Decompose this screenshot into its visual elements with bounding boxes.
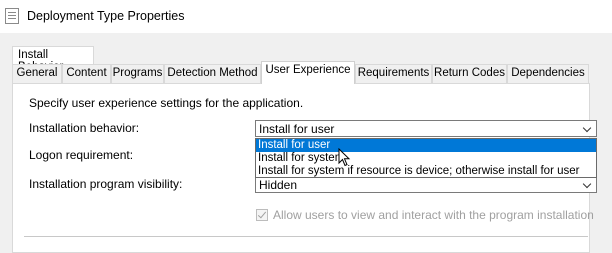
- window-title: Deployment Type Properties: [27, 9, 185, 23]
- logon-requirement-label: Logon requirement:: [29, 148, 134, 162]
- tab-label: Requirements: [357, 67, 430, 79]
- tab-requirements[interactable]: Requirements: [355, 64, 432, 83]
- tab-label: Dependencies: [511, 67, 585, 79]
- chevron-down-icon[interactable]: [582, 123, 592, 133]
- tab-return-codes[interactable]: Return Codes: [432, 64, 507, 83]
- installation-behavior-dropdown: Install for user Install for system Inst…: [255, 138, 597, 178]
- tab-strip: General Content Programs Detection Metho…: [12, 61, 590, 84]
- properties-icon: [5, 8, 19, 24]
- tab-user-experience[interactable]: User Experience: [261, 61, 355, 84]
- title-bar: Deployment Type Properties: [0, 0, 612, 33]
- allow-interact-checkbox[interactable]: [256, 209, 268, 221]
- tab-label: Programs: [112, 67, 163, 79]
- tab-general[interactable]: General: [12, 64, 62, 83]
- installation-behavior-combo[interactable]: Install for user: [255, 120, 597, 137]
- installation-behavior-label: Installation behavior:: [29, 121, 140, 135]
- tab-dependencies[interactable]: Dependencies: [507, 64, 589, 83]
- tab-detection-method[interactable]: Detection Method: [164, 64, 261, 83]
- tab-programs[interactable]: Programs: [111, 64, 164, 83]
- panel-description: Specify user experience settings for the…: [29, 96, 304, 110]
- tab-label: General: [16, 67, 58, 79]
- chevron-down-icon[interactable]: [582, 179, 592, 189]
- program-visibility-combo[interactable]: Hidden: [255, 176, 597, 193]
- tab-label: Detection Method: [167, 67, 258, 79]
- mouse-pointer-icon: [338, 148, 351, 167]
- combo-value: Install for user: [259, 122, 335, 136]
- tab-label: Return Codes: [434, 67, 505, 79]
- dropdown-option-install-for-system[interactable]: Install for system: [256, 152, 596, 165]
- tab-content[interactable]: Content: [62, 64, 111, 83]
- allow-interact-label: Allow users to view and interact with th…: [273, 208, 594, 222]
- tab-install-behavior[interactable]: Install Behavior: [12, 46, 94, 73]
- dropdown-option-install-for-system-if-device[interactable]: Install for system if resource is device…: [256, 165, 596, 178]
- dropdown-option-install-for-user[interactable]: Install for user: [256, 139, 596, 152]
- tab-label: Content: [66, 67, 107, 79]
- group-divider: [24, 236, 588, 237]
- program-visibility-label: Installation program visibility:: [29, 177, 183, 191]
- tab-label: User Experience: [265, 64, 351, 76]
- combo-value: Hidden: [259, 178, 298, 192]
